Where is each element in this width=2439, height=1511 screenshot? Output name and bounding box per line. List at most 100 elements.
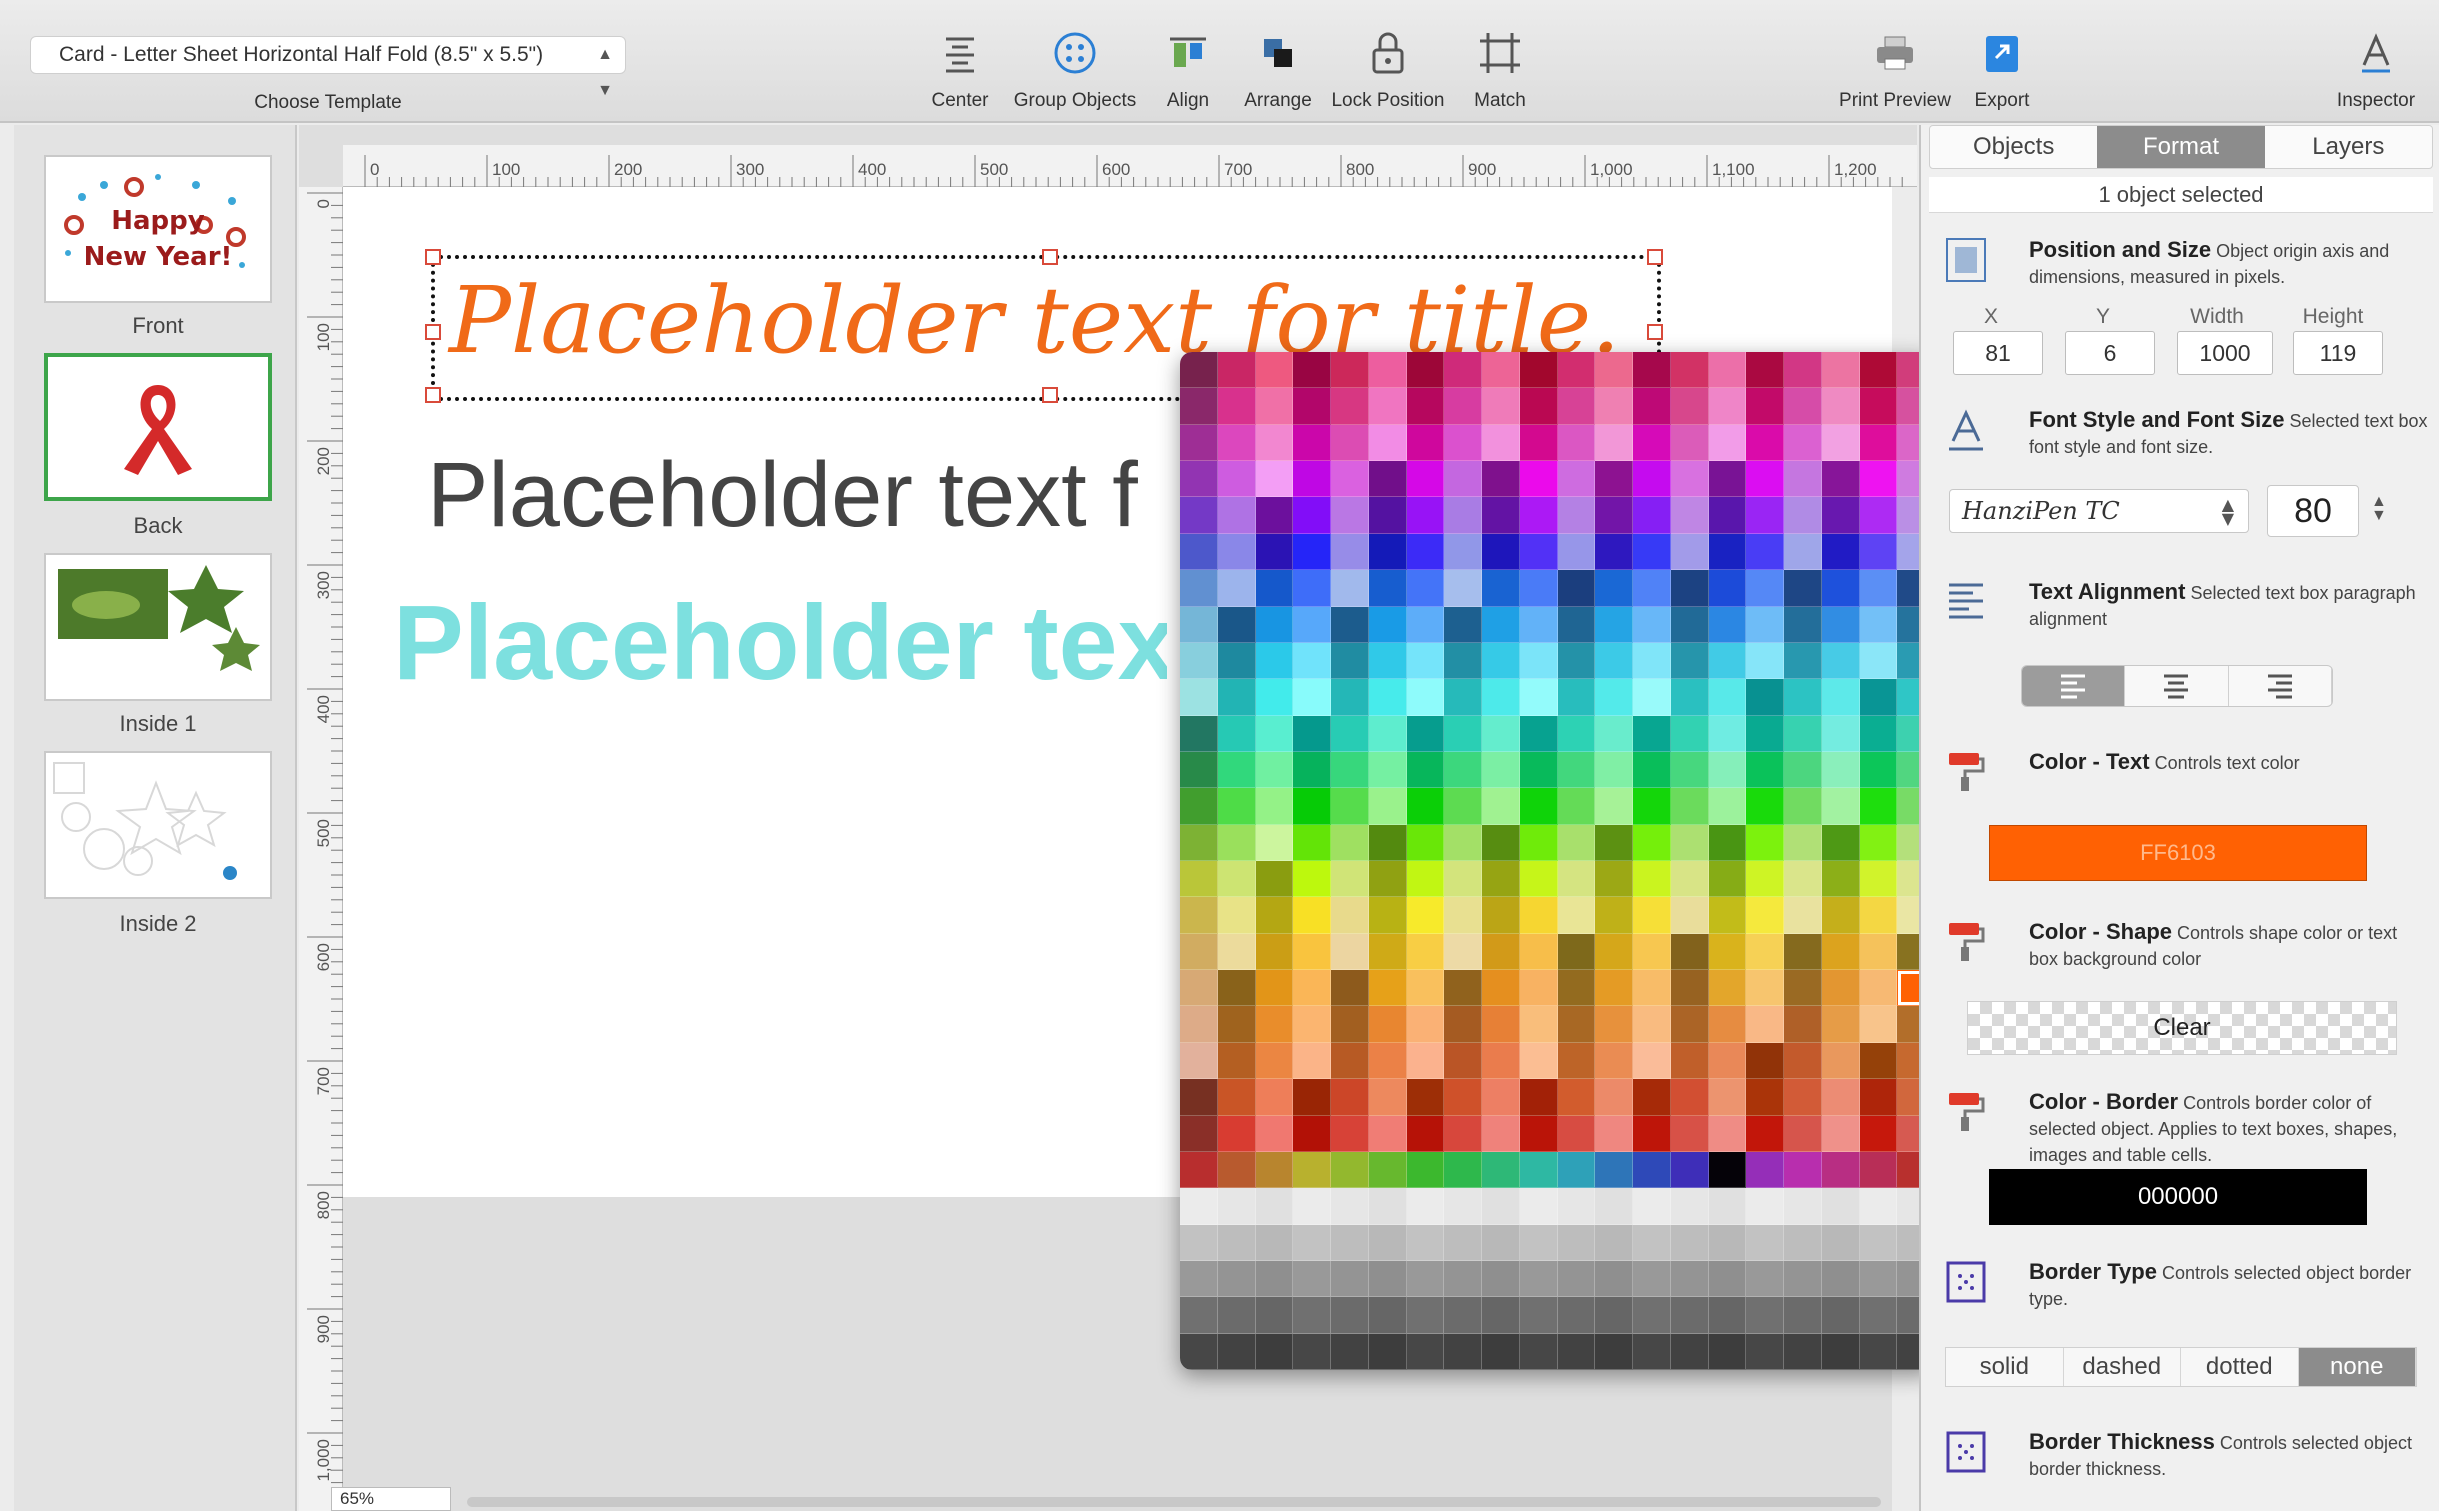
color-swatch[interactable] bbox=[1670, 861, 1709, 898]
color-swatch[interactable] bbox=[1255, 388, 1294, 425]
color-swatch[interactable] bbox=[1331, 751, 1369, 789]
color-swatch[interactable] bbox=[1293, 1006, 1331, 1043]
color-swatch[interactable] bbox=[1255, 679, 1294, 716]
color-swatch[interactable] bbox=[1180, 933, 1218, 971]
color-swatch[interactable] bbox=[1255, 1079, 1294, 1116]
color-swatch[interactable] bbox=[1293, 642, 1331, 680]
color-swatch[interactable] bbox=[1633, 352, 1671, 389]
color-swatch[interactable] bbox=[1821, 533, 1860, 571]
color-swatch[interactable] bbox=[1519, 824, 1558, 861]
color-swatch[interactable] bbox=[1557, 497, 1596, 534]
color-swatch[interactable] bbox=[1708, 1079, 1747, 1116]
color-swatch[interactable] bbox=[1595, 1006, 1633, 1043]
color-swatch[interactable] bbox=[1519, 1333, 1558, 1370]
color-swatch[interactable] bbox=[1595, 715, 1633, 752]
color-swatch[interactable] bbox=[1859, 497, 1898, 534]
color-swatch[interactable] bbox=[1519, 642, 1558, 680]
color-swatch[interactable] bbox=[1557, 861, 1596, 898]
color-swatch[interactable] bbox=[1180, 1151, 1218, 1189]
color-swatch[interactable] bbox=[1180, 1006, 1218, 1043]
color-swatch[interactable] bbox=[1406, 497, 1445, 534]
color-swatch[interactable] bbox=[1670, 933, 1709, 971]
color-swatch[interactable] bbox=[1633, 1297, 1671, 1334]
color-swatch[interactable] bbox=[1331, 424, 1369, 462]
color-swatch[interactable] bbox=[1293, 570, 1331, 607]
color-swatch[interactable] bbox=[1482, 570, 1520, 607]
color-swatch[interactable] bbox=[1557, 788, 1596, 825]
color-swatch[interactable] bbox=[1331, 606, 1369, 643]
color-swatch[interactable] bbox=[1670, 1260, 1709, 1298]
color-swatch[interactable] bbox=[1784, 861, 1822, 898]
color-swatch[interactable] bbox=[1708, 461, 1747, 498]
x-field[interactable]: 81 bbox=[1953, 331, 2043, 375]
color-swatch[interactable] bbox=[1519, 1188, 1558, 1225]
color-swatch[interactable] bbox=[1821, 1042, 1860, 1080]
color-swatch[interactable] bbox=[1331, 1297, 1369, 1334]
color-swatch[interactable] bbox=[1482, 1006, 1520, 1043]
color-swatch[interactable] bbox=[1633, 751, 1671, 789]
color-swatch[interactable] bbox=[1821, 1333, 1860, 1370]
page-thumb-back[interactable] bbox=[44, 353, 272, 501]
color-swatch[interactable] bbox=[1368, 679, 1407, 716]
color-swatch[interactable] bbox=[1784, 1333, 1822, 1370]
color-swatch[interactable] bbox=[1859, 824, 1898, 861]
color-swatch[interactable] bbox=[1633, 461, 1671, 498]
color-swatch[interactable] bbox=[1217, 1224, 1256, 1261]
color-swatch[interactable] bbox=[1821, 715, 1860, 752]
color-swatch[interactable] bbox=[1821, 1079, 1860, 1116]
color-swatch[interactable] bbox=[1821, 751, 1860, 789]
color-swatch[interactable] bbox=[1784, 1260, 1822, 1298]
color-swatch[interactable] bbox=[1821, 970, 1860, 1007]
color-swatch[interactable] bbox=[1217, 1188, 1256, 1225]
color-swatch[interactable] bbox=[1708, 751, 1747, 789]
color-swatch[interactable] bbox=[1180, 1297, 1218, 1334]
color-swatch[interactable] bbox=[1180, 570, 1218, 607]
color-swatch[interactable] bbox=[1331, 533, 1369, 571]
font-size-stepper[interactable]: ▲ ▼ bbox=[2371, 494, 2387, 524]
color-swatch[interactable] bbox=[1368, 570, 1407, 607]
color-swatch[interactable] bbox=[1784, 715, 1822, 752]
color-swatch[interactable] bbox=[1217, 1151, 1256, 1189]
color-swatch[interactable] bbox=[1595, 1297, 1633, 1334]
color-swatch[interactable] bbox=[1746, 461, 1784, 498]
color-swatch[interactable] bbox=[1255, 570, 1294, 607]
color-swatch[interactable] bbox=[1368, 461, 1407, 498]
color-swatch[interactable] bbox=[1293, 861, 1331, 898]
color-swatch[interactable] bbox=[1633, 642, 1671, 680]
color-swatch[interactable] bbox=[1331, 1224, 1369, 1261]
color-swatch[interactable] bbox=[1557, 388, 1596, 425]
color-swatch[interactable] bbox=[1293, 461, 1331, 498]
color-swatch[interactable] bbox=[1180, 1333, 1218, 1370]
color-swatch[interactable] bbox=[1670, 570, 1709, 607]
color-swatch[interactable] bbox=[1482, 715, 1520, 752]
color-swatch[interactable] bbox=[1746, 897, 1784, 934]
page-thumb-inside-1[interactable] bbox=[44, 553, 272, 701]
color-swatch[interactable] bbox=[1784, 533, 1822, 571]
color-swatch[interactable] bbox=[1670, 751, 1709, 789]
color-swatch[interactable] bbox=[1331, 1333, 1369, 1370]
color-swatch[interactable] bbox=[1557, 1188, 1596, 1225]
color-swatch[interactable] bbox=[1670, 1006, 1709, 1043]
color-swatch[interactable] bbox=[1180, 1188, 1218, 1225]
color-swatch[interactable] bbox=[1519, 679, 1558, 716]
color-swatch[interactable] bbox=[1784, 751, 1822, 789]
color-swatch[interactable] bbox=[1331, 1006, 1369, 1043]
color-swatch[interactable] bbox=[1519, 715, 1558, 752]
color-swatch[interactable] bbox=[1331, 861, 1369, 898]
color-swatch[interactable] bbox=[1293, 970, 1331, 1007]
color-swatch[interactable] bbox=[1746, 824, 1784, 861]
color-swatch[interactable] bbox=[1784, 679, 1822, 716]
color-swatch[interactable] bbox=[1708, 1151, 1747, 1189]
color-swatch[interactable] bbox=[1670, 897, 1709, 934]
color-swatch[interactable] bbox=[1331, 388, 1369, 425]
color-swatch[interactable] bbox=[1519, 606, 1558, 643]
color-swatch[interactable] bbox=[1595, 1115, 1633, 1152]
color-swatch[interactable] bbox=[1708, 1115, 1747, 1152]
color-swatch[interactable] bbox=[1784, 352, 1822, 389]
resize-handle[interactable] bbox=[1647, 324, 1663, 340]
border-type-dashed[interactable]: dashed bbox=[2064, 1348, 2181, 1386]
color-swatch[interactable] bbox=[1746, 1224, 1784, 1261]
color-swatch[interactable] bbox=[1444, 1079, 1482, 1116]
color-swatch[interactable] bbox=[1406, 1079, 1445, 1116]
color-swatch[interactable] bbox=[1444, 1260, 1482, 1298]
